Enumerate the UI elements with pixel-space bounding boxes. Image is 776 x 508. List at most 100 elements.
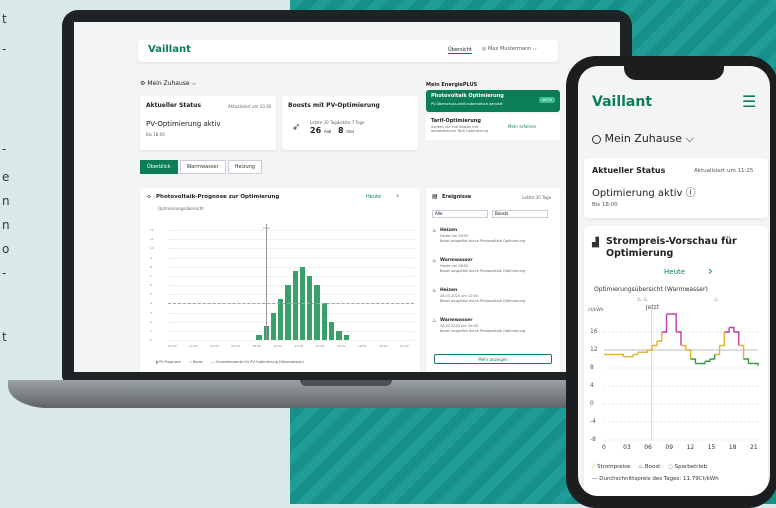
legend-boost: ♨ Boost [188,360,203,364]
side-text-line: t [2,12,7,26]
event-item[interactable]: ♨ Warmwasser 28.03.2025 um 10:00 Boost ausg… [432,318,552,344]
x-tick-label: 03 [623,444,631,451]
grid-line [168,257,414,259]
price-segment [729,326,735,332]
home-selector[interactable]: ⚙ Mein Zuhause ⌵ [140,80,196,88]
forecast-title: Photovoltaik-Prognose zur Optimierung [156,194,280,200]
side-text-line: n [2,218,10,232]
hamburger-icon[interactable]: ☰ [742,92,756,111]
price-segment [700,361,706,365]
boosts-label-30: Letzte 30 Tage [310,120,340,125]
event-icon: ♨ [432,258,437,264]
rocket-icon: ➶ [292,122,301,133]
pv-bar [343,335,349,340]
status-until: Bis 18:00 [146,132,165,137]
y-tick-label: -8 [590,436,596,443]
price-segment [652,341,658,347]
y-tick-label: 6 [150,283,152,287]
x-tick-label: 22:00 [400,344,409,348]
y-tick-label: 10 [150,246,154,251]
x-tick-label: 04:00 [210,344,219,348]
status-title: Aktueller Status [146,102,202,109]
x-tick-label: 12:00 [294,344,304,348]
x-tick-label: 12 [686,444,695,451]
grid-line [168,340,414,341]
y-tick-label: 1 [150,328,152,333]
laptop-header: Vaillant Übersicht ◎ Max Mustermann ⌵ [138,40,558,62]
pv-opt-sub: PV-Überschuss wird automatisch genutzt [431,102,503,106]
phone-home-label: Mein Zuhause [604,132,682,145]
tarif-card[interactable]: Tarif-Optimierung Senken Sie Ihre Kosten… [426,114,560,140]
pv-opt-title: Photovoltaik Optimierung [431,93,504,99]
status-updated: Aktualisiert um 10:30 [228,104,272,109]
more-button[interactable]: Mehr anzeigen [434,354,552,364]
price-segment [632,352,639,356]
filter-boosts[interactable]: Boosts [492,210,548,218]
side-text-line: - [2,266,7,280]
y-tick-label: 7 [150,273,152,278]
status-value: PV-Optimierung aktiv [146,120,221,128]
info-icon: ⓘ [685,188,696,199]
event-item[interactable]: ♨ Heizen Heute um 09:00 Boost ausgelöst dur… [432,228,552,254]
forecast-card: ✧ Photovoltaik-Prognose zur Optimierung … [140,188,420,372]
nav-overview[interactable]: Übersicht [448,47,472,54]
y-tick-label: 8 [150,264,152,269]
filter-all[interactable]: Alle [432,210,488,218]
energieplus-title: Mein EnergiePLUS [426,82,478,88]
event-icon: ♨ [432,288,437,294]
y-tick-label: 3 [150,310,152,315]
x-tick-label: 08:00 [252,344,262,348]
chevron-right-icon[interactable]: › [708,264,713,278]
grid-line [168,330,414,332]
tarif-link[interactable]: Mehr erfahren [508,124,536,129]
x-tick-label: 15 [707,444,716,451]
tarif-sub: Senken Sie Ihre Kosten mit automatischer… [431,125,488,133]
phone-chart-card: ▟ Strompreis-Vorschau für Optimierung He… [584,226,768,496]
boosts-title: Boosts mit PV-Optimierung [288,102,380,109]
forecast-legend: ▮ PV-Prognose ♨ Boost — Schwellenwerte f… [156,360,304,364]
legend-threshold: — Schwellenwerte für PV-Optimierung (War… [210,360,305,364]
laptop-screen: Vaillant Übersicht ◎ Max Mustermann ⌵ ⚙ … [74,22,620,372]
price-segment [709,354,716,360]
x-tick-label: 18:00 [357,344,367,348]
boosts-value-7: 8 mal [338,126,354,135]
boosts-label-7: Letzte 7 Tage [338,120,365,125]
y-tick-label: 9 [150,255,152,260]
list-icon: ▤ [432,193,438,200]
nav-account[interactable]: ◎ Max Mustermann ⌵ [482,46,537,52]
phone-logo[interactable]: Vaillant [592,94,652,110]
y-tick-label: -4 [590,418,596,425]
phone-chart-today[interactable]: Heute [664,268,685,276]
tab-heating[interactable]: Heizung [227,160,262,174]
side-text-line: t [2,330,7,344]
phone-legend-avg: — Durchschnittspreis des Tages: 11.79Ct/… [592,476,719,482]
vaillant-logo[interactable]: Vaillant [148,44,191,55]
chevron-right-icon[interactable]: › [396,191,399,200]
phone-status-card: Aktueller Status Aktualisiert um 11:25 O… [584,158,768,218]
y-unit-label: ct/kWh [588,308,604,313]
threshold-line [168,303,414,305]
price-segment [738,344,745,359]
tab-warmwater[interactable]: Warmwasser [179,160,226,174]
grid-line [168,248,414,250]
event-icon: ♨ [432,228,437,234]
boost-marker-icon: ♨ [713,296,719,303]
boost-marker-icon: ♨ [642,296,648,303]
pv-bar [278,298,284,340]
event-item[interactable]: ♨ Heizen 28.03.2025 um 12:00 Boost ausgelös… [432,288,552,314]
x-tick-label: 06:00 [231,344,240,348]
phone-chart-sub: Optimierungsübersicht (Warmwasser) [594,286,708,293]
forecast-today[interactable]: Heute [366,194,381,200]
now-line [266,224,268,340]
pv-opt-badge: AKTIV [539,97,555,103]
phone-notch [624,62,724,80]
tab-overview[interactable]: Überblick [140,160,178,174]
y-tick-label: 12 [590,346,598,353]
event-item[interactable]: ♨ Warmwasser Heute um 08:00 Boost ausgelöst… [432,258,552,284]
pv-optimization-card[interactable]: Photovoltaik Optimierung PV-Überschuss w… [426,90,560,112]
boost-marker-icon: ♨ [636,296,642,303]
x-tick-label: 18 [728,444,737,451]
phone-home-selector[interactable]: Mein Zuhause ⌵ [592,132,694,146]
y-tick-label: 4 [590,382,594,389]
grid-line [168,321,414,323]
